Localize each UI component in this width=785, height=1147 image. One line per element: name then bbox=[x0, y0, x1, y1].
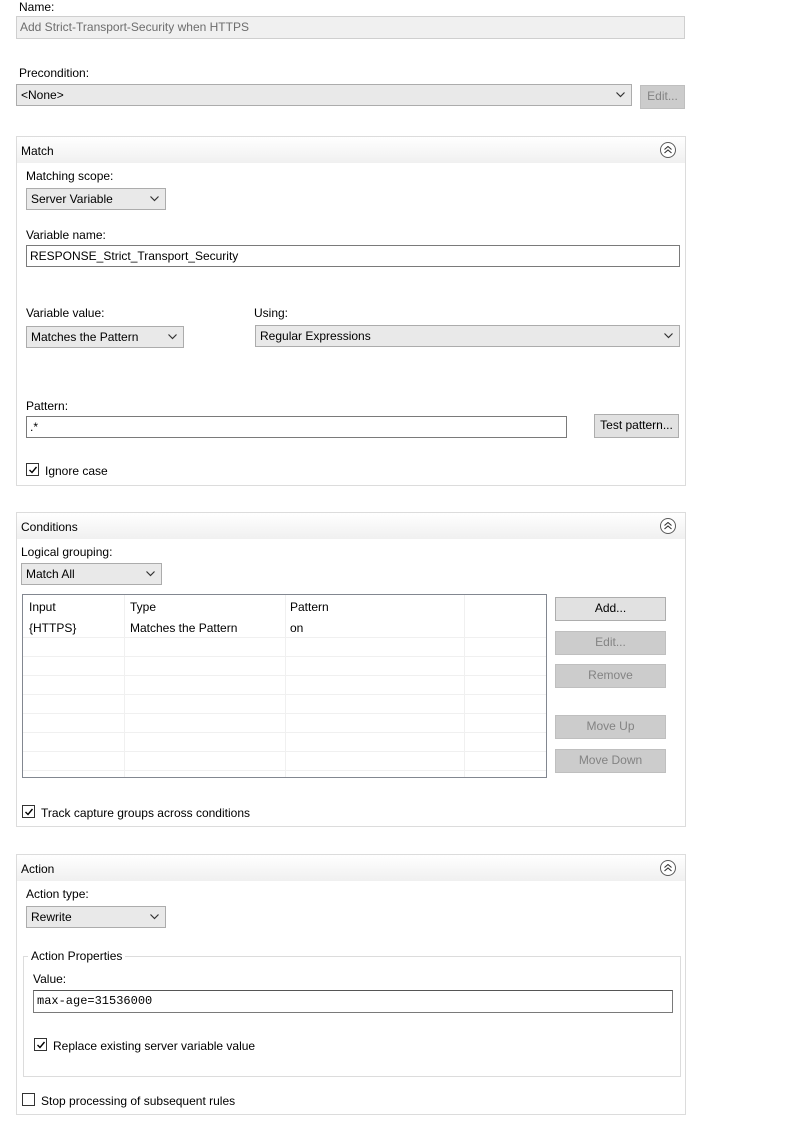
table-row bbox=[23, 676, 546, 695]
conditions-panel-title: Conditions bbox=[21, 520, 78, 534]
conditions-table[interactable]: Input Type Pattern {HTTPS} Matches the P… bbox=[22, 594, 547, 778]
ignore-case-checkbox[interactable] bbox=[26, 463, 39, 476]
replace-existing-checkbox[interactable] bbox=[34, 1038, 47, 1051]
remove-condition-button[interactable]: Remove bbox=[555, 664, 666, 688]
ignore-case-label: Ignore case bbox=[45, 464, 108, 478]
chevron-down-icon bbox=[146, 571, 155, 577]
table-row bbox=[23, 638, 546, 657]
matching-scope-select[interactable]: Server Variable bbox=[26, 188, 166, 210]
chevron-down-icon bbox=[168, 334, 177, 340]
move-up-button[interactable]: Move Up bbox=[555, 715, 666, 739]
row-pattern-cell: on bbox=[290, 621, 304, 635]
column-header-input[interactable]: Input bbox=[23, 598, 56, 617]
checkmark-icon bbox=[29, 466, 38, 474]
using-label: Using: bbox=[254, 306, 289, 320]
action-collapse-button[interactable] bbox=[660, 860, 676, 876]
matching-scope-label: Matching scope: bbox=[26, 169, 114, 183]
action-properties-group bbox=[23, 956, 681, 1077]
action-type-label: Action type: bbox=[26, 887, 89, 901]
action-panel-header: Action bbox=[17, 855, 685, 881]
chevron-down-icon bbox=[664, 333, 673, 339]
checkmark-icon bbox=[37, 1041, 46, 1049]
precondition-edit-button[interactable]: Edit... bbox=[640, 85, 685, 109]
stop-processing-label: Stop processing of subsequent rules bbox=[41, 1094, 236, 1108]
table-row bbox=[23, 714, 546, 733]
track-capture-label: Track capture groups across conditions bbox=[41, 806, 250, 820]
logical-grouping-select[interactable]: Match All bbox=[21, 563, 162, 585]
table-row bbox=[23, 657, 546, 676]
track-capture-checkbox[interactable] bbox=[22, 805, 35, 818]
variable-value-selected: Matches the Pattern bbox=[31, 330, 139, 344]
replace-existing-label: Replace existing server variable value bbox=[53, 1039, 256, 1053]
variable-value-select[interactable]: Matches the Pattern bbox=[26, 326, 184, 348]
action-type-selected: Rewrite bbox=[31, 910, 72, 924]
move-down-button[interactable]: Move Down bbox=[555, 749, 666, 773]
precondition-select[interactable]: <None> bbox=[16, 84, 632, 106]
checkmark-icon bbox=[25, 808, 34, 816]
chevron-up-icon bbox=[664, 146, 672, 154]
logical-grouping-selected: Match All bbox=[26, 567, 75, 581]
add-condition-button[interactable]: Add... bbox=[555, 597, 666, 621]
matching-scope-selected: Server Variable bbox=[31, 192, 113, 206]
using-selected: Regular Expressions bbox=[260, 329, 371, 343]
name-label: Name: bbox=[19, 0, 55, 14]
precondition-selected: <None> bbox=[21, 88, 64, 102]
variable-name-label: Variable name: bbox=[26, 228, 106, 242]
action-type-select[interactable]: Rewrite bbox=[26, 906, 166, 928]
using-select[interactable]: Regular Expressions bbox=[255, 325, 680, 347]
table-row bbox=[23, 695, 546, 714]
value-label: Value: bbox=[33, 972, 67, 986]
precondition-label: Precondition: bbox=[19, 66, 90, 80]
name-field[interactable]: Add Strict-Transport-Security when HTTPS bbox=[16, 16, 685, 39]
match-panel-title: Match bbox=[21, 144, 54, 158]
logical-grouping-label: Logical grouping: bbox=[21, 545, 113, 559]
variable-value-label: Variable value: bbox=[26, 306, 105, 320]
conditions-panel-header: Conditions bbox=[17, 513, 685, 539]
row-input-cell: {HTTPS} bbox=[29, 621, 77, 635]
table-row bbox=[23, 752, 546, 771]
value-field[interactable]: max-age=31536000 bbox=[33, 990, 673, 1013]
chevron-up-icon bbox=[664, 864, 672, 872]
table-header-row: Input Type Pattern bbox=[23, 598, 546, 617]
column-header-pattern[interactable]: Pattern bbox=[284, 598, 329, 617]
test-pattern-button[interactable]: Test pattern... bbox=[594, 414, 679, 438]
row-type-cell: Matches the Pattern bbox=[130, 621, 238, 635]
match-panel-header: Match bbox=[17, 137, 685, 163]
table-row bbox=[23, 733, 546, 752]
chevron-down-icon bbox=[150, 196, 159, 202]
action-panel-title: Action bbox=[21, 862, 55, 876]
edit-condition-button[interactable]: Edit... bbox=[555, 631, 666, 655]
stop-processing-checkbox[interactable] bbox=[22, 1093, 35, 1106]
action-properties-title: Action Properties bbox=[28, 949, 126, 963]
column-header-type[interactable]: Type bbox=[124, 598, 156, 617]
table-row[interactable]: {HTTPS} Matches the Pattern on bbox=[23, 619, 546, 638]
conditions-collapse-button[interactable] bbox=[660, 518, 676, 534]
chevron-down-icon bbox=[616, 92, 625, 98]
match-collapse-button[interactable] bbox=[660, 142, 676, 158]
pattern-label: Pattern: bbox=[26, 399, 69, 413]
chevron-down-icon bbox=[150, 914, 159, 920]
pattern-field[interactable]: .* bbox=[26, 416, 567, 438]
variable-name-field[interactable]: RESPONSE_Strict_Transport_Security bbox=[26, 245, 680, 267]
chevron-up-icon bbox=[664, 522, 672, 530]
